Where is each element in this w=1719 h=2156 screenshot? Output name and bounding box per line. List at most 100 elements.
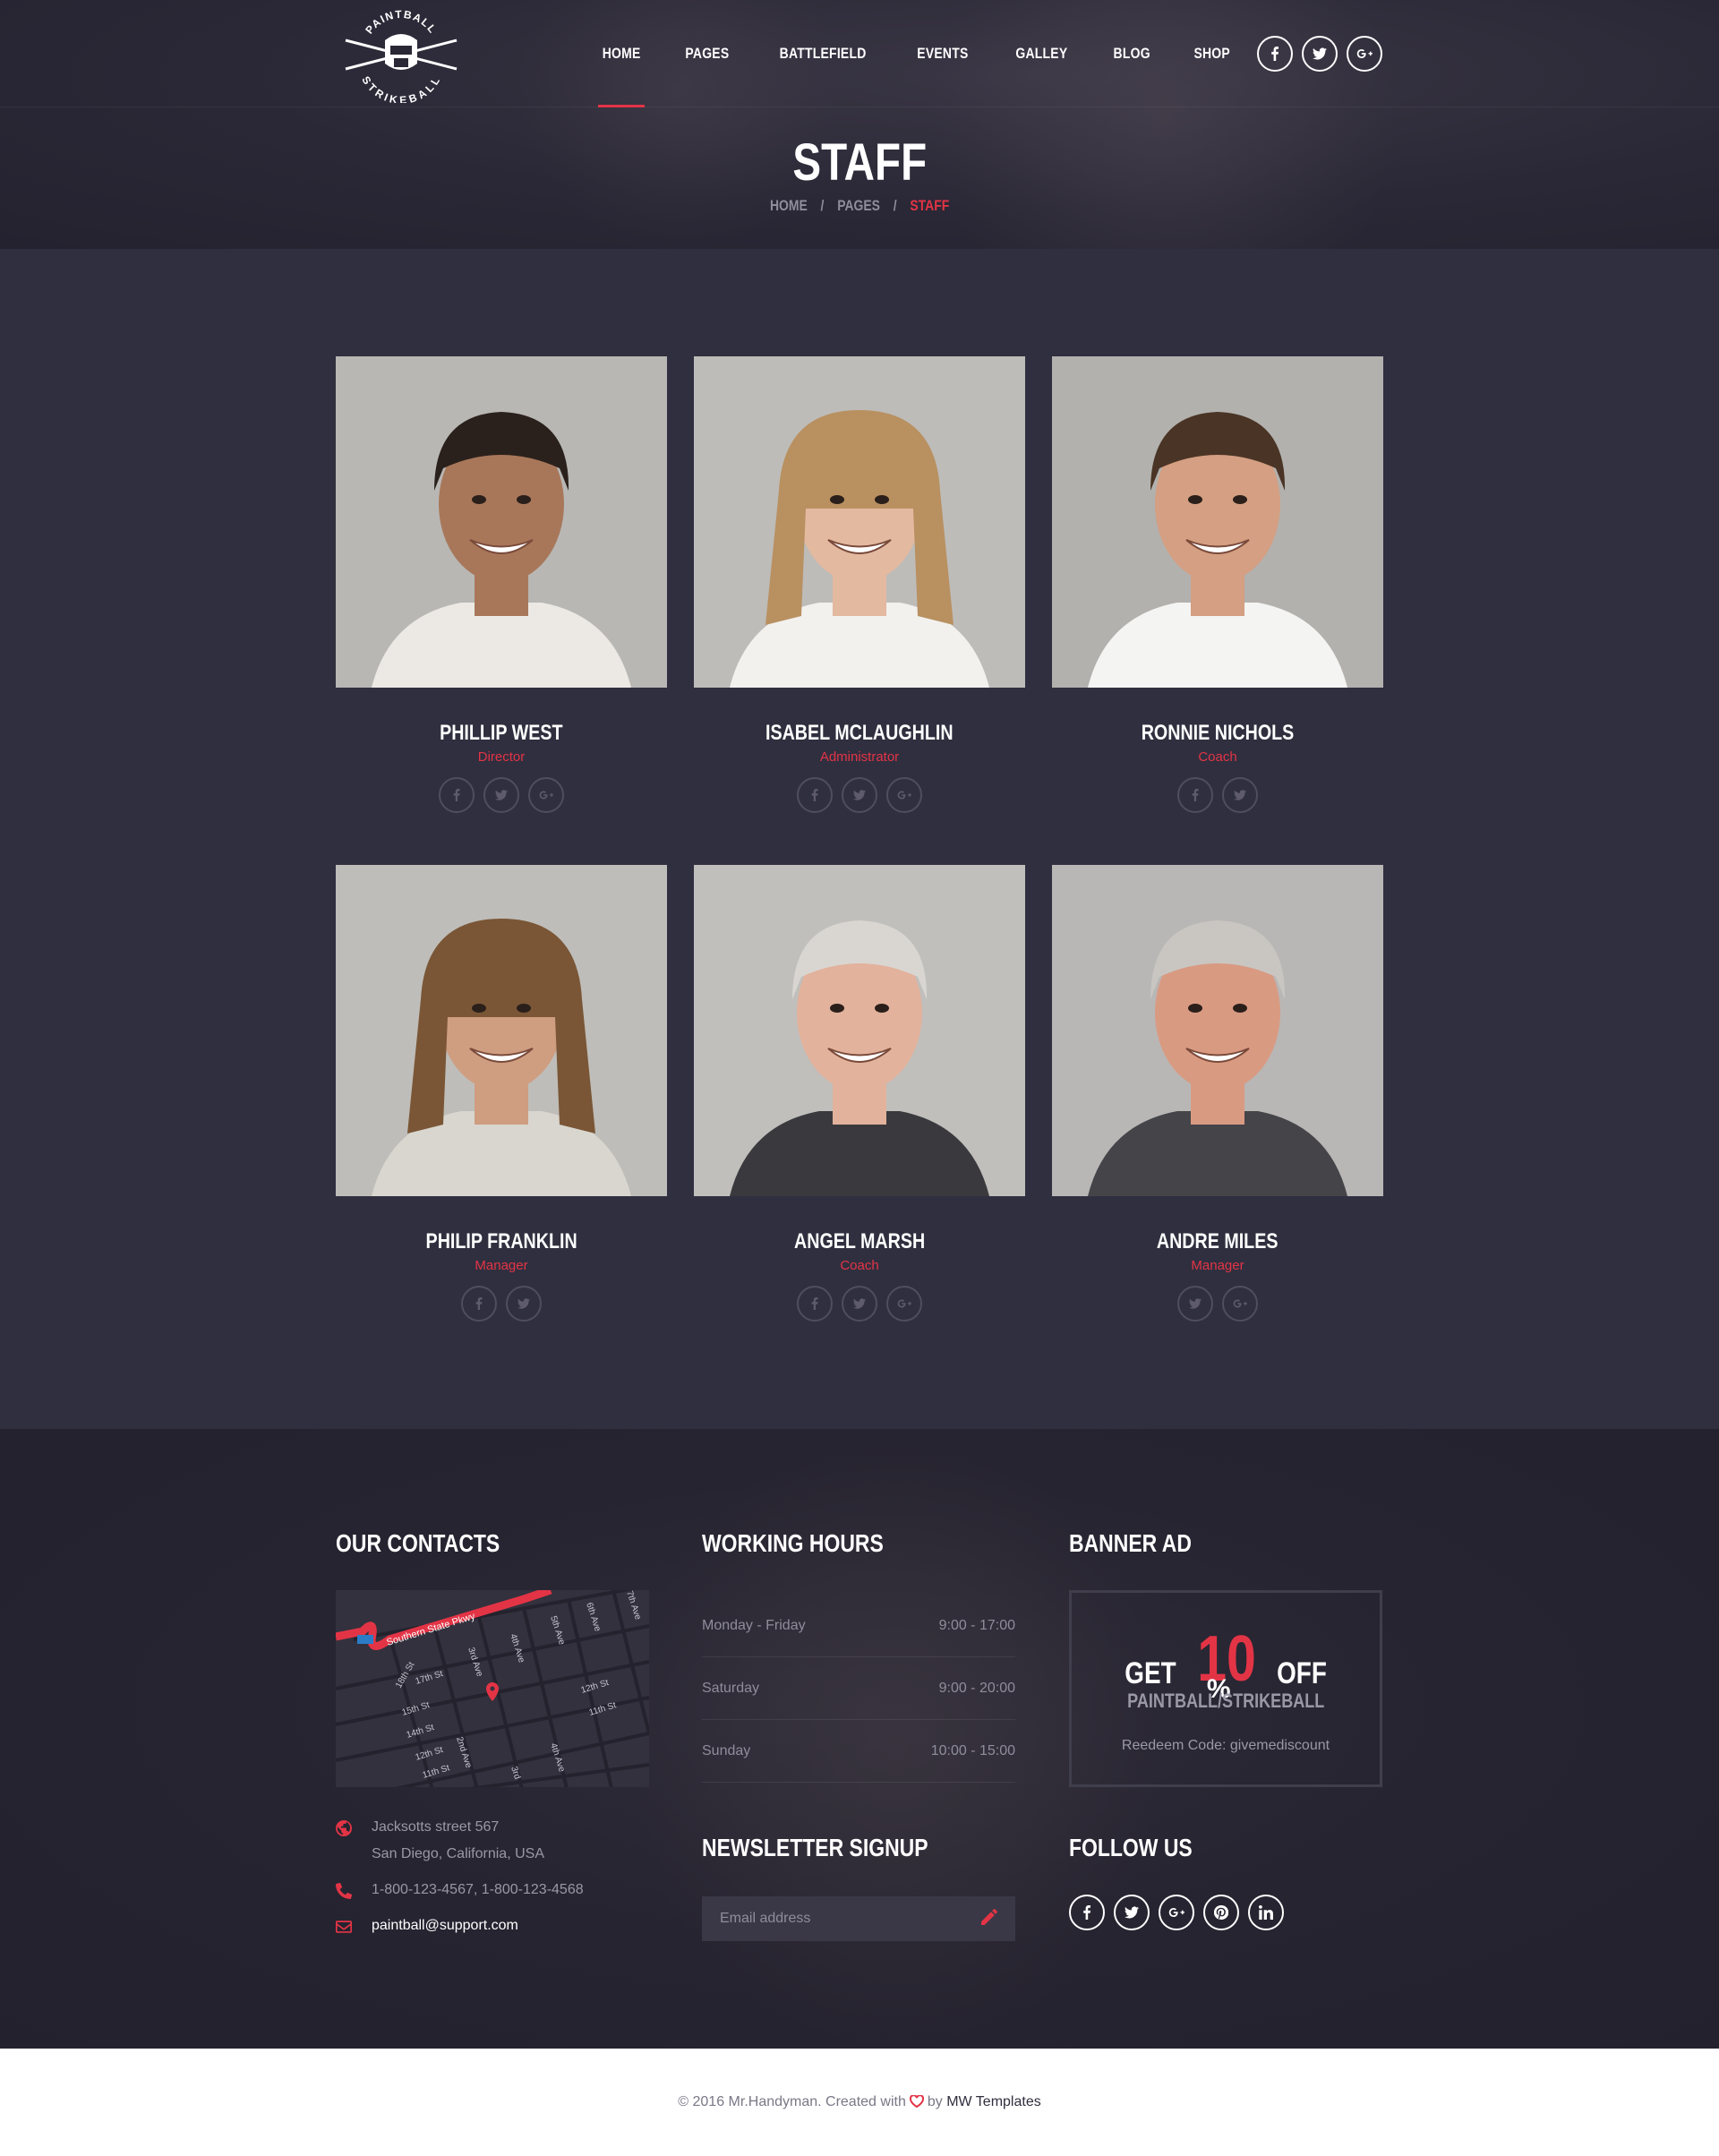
twitter-icon[interactable] <box>1222 777 1258 813</box>
facebook-icon[interactable] <box>797 1286 833 1322</box>
linkedin-icon[interactable] <box>1248 1895 1284 1930</box>
working-hours-table: Monday - Friday 9:00 - 17:00 Saturday 9:00 … <box>702 1595 1015 1783</box>
heart-icon <box>910 2050 924 2063</box>
contact-address: Jacksotts street 567 San Diego, Californi… <box>336 1814 544 1868</box>
facebook-icon[interactable] <box>461 1286 497 1322</box>
staff-name[interactable]: PHILIP FRANKLIN <box>336 1229 667 1254</box>
google-plus-icon[interactable] <box>528 777 564 813</box>
twitter-icon[interactable] <box>842 1286 877 1322</box>
svg-text:PAINTBALL: PAINTBALL <box>363 8 439 37</box>
top-navigation-bar: PAINTBALL STRIKEBALL HOME PAGES BATTLEFIEL… <box>0 0 1719 107</box>
facebook-icon[interactable] <box>1069 1895 1105 1930</box>
phone-icon <box>336 1882 352 1898</box>
staff-card: ISABEL MCLAUGHLIN Administrator <box>694 356 1025 813</box>
twitter-icon[interactable] <box>506 1286 542 1322</box>
staff-role: Director <box>477 749 526 765</box>
staff-photo[interactable] <box>694 356 1025 688</box>
staff-social-links <box>336 1286 667 1322</box>
pinterest-icon[interactable] <box>1203 1895 1239 1930</box>
staff-social-links <box>694 777 1025 813</box>
nav-home[interactable]: HOME <box>580 0 663 107</box>
newsletter-heading: NEWSLETTER SIGNUP <box>702 1834 928 1861</box>
staff-social-links <box>1052 1286 1383 1322</box>
staff-name[interactable]: RONNIE NICHOLS <box>1052 721 1383 746</box>
breadcrumb-home[interactable]: HOME <box>770 197 808 214</box>
banner-get: GET <box>1125 1656 1176 1690</box>
hours-day: Sunday <box>702 1742 751 1758</box>
staff-photo[interactable] <box>694 865 1025 1196</box>
staff-name[interactable]: ANDRE MILES <box>1052 1229 1383 1254</box>
facebook-icon[interactable] <box>1177 777 1213 813</box>
nav-blog[interactable]: BLOG <box>1091 0 1172 107</box>
hours-row: Saturday 9:00 - 20:00 <box>702 1657 1015 1720</box>
staff-role: Manager <box>1191 1258 1244 1273</box>
svg-text:STRIKEBALL: STRIKEBALL <box>359 74 442 103</box>
hours-row: Sunday 10:00 - 15:00 <box>702 1720 1015 1783</box>
staff-social-links <box>336 777 667 813</box>
globe-icon <box>336 1819 352 1835</box>
logo-bottom-text: STRIKEBALL <box>359 74 441 103</box>
staff-photo[interactable] <box>336 356 667 688</box>
footer-social-links <box>1069 1895 1284 1930</box>
banner-ad[interactable]: GET 10% OFF PAINTBALL/STRIKEBALL Reedeem… <box>1069 1590 1382 1787</box>
breadcrumb: HOME / PAGES / STAFF <box>769 197 950 214</box>
newsletter-form <box>702 1896 1015 1941</box>
staff-photo[interactable] <box>1052 865 1383 1196</box>
facebook-icon[interactable] <box>439 777 475 813</box>
staff-social-links <box>1052 777 1383 813</box>
google-plus-icon[interactable] <box>886 777 922 813</box>
staff-name[interactable]: ISABEL MCLAUGHLIN <box>694 721 1025 746</box>
breadcrumb-pages[interactable]: PAGES <box>837 197 880 214</box>
header-social-links <box>1257 36 1382 72</box>
staff-name[interactable]: PHILLIP WEST <box>336 721 667 746</box>
banner-amount: 10% <box>1197 1623 1256 1704</box>
banner-heading: BANNER AD <box>1069 1529 1192 1557</box>
staff-card: PHILLIP WEST Director <box>336 356 667 813</box>
google-plus-icon[interactable] <box>1159 1895 1194 1930</box>
facebook-icon[interactable] <box>797 777 833 813</box>
email-input[interactable] <box>720 1911 953 1927</box>
staff-role: Manager <box>475 1258 528 1273</box>
copyright-bar: © 2016 Mr.Handyman. Created with by MW Te… <box>0 2049 1719 2156</box>
twitter-icon[interactable] <box>842 777 877 813</box>
hours-time: 9:00 - 17:00 <box>938 1617 1015 1633</box>
logo-top-text: PAINTBALL <box>363 8 438 37</box>
staff-role: Coach <box>840 1258 879 1273</box>
mail-icon <box>336 1918 352 1934</box>
staff-photo[interactable] <box>336 865 667 1196</box>
location-map[interactable]: Southern State Pkwy 18th St 17th St 15th… <box>336 1590 649 1787</box>
staff-role: Administrator <box>819 749 900 765</box>
nav-shop[interactable]: SHOP <box>1172 0 1252 107</box>
hours-row: Monday - Friday 9:00 - 17:00 <box>702 1595 1015 1657</box>
google-plus-icon[interactable] <box>1222 1286 1258 1322</box>
twitter-icon[interactable] <box>1114 1895 1150 1930</box>
nav-battlefield[interactable]: BATTLEFIELD <box>752 0 894 107</box>
email-link[interactable]: paintball@support.com <box>372 1912 518 1939</box>
twitter-icon[interactable] <box>483 777 519 813</box>
staff-social-links <box>694 1286 1025 1322</box>
twitter-icon[interactable] <box>1302 36 1338 72</box>
staff-name[interactable]: ANGEL MARSH <box>694 1229 1025 1254</box>
paintball-logo[interactable]: PAINTBALL STRIKEBALL <box>329 4 473 103</box>
nav-pages[interactable]: PAGES <box>663 0 752 107</box>
google-plus-icon[interactable] <box>1347 36 1382 72</box>
hours-time: 9:00 - 20:00 <box>938 1680 1015 1696</box>
twitter-icon[interactable] <box>1177 1286 1213 1322</box>
author-link[interactable]: MW Templates <box>946 2094 1041 2109</box>
banner-code: Reedeem Code: givemediscount <box>1121 1738 1330 1753</box>
main-nav: HOME PAGES BATTLEFIELD EVENTS GALLEY BLOG SHOP <box>580 0 1252 107</box>
banner-off: OFF <box>1277 1656 1327 1690</box>
nav-galley[interactable]: GALLEY <box>992 0 1091 107</box>
staff-card: ANGEL MARSH Coach <box>694 865 1025 1322</box>
staff-card: ANDRE MILES Manager <box>1052 865 1383 1322</box>
submit-pencil-icon[interactable] <box>981 1909 997 1929</box>
hours-heading: WORKING HOURS <box>702 1529 884 1557</box>
nav-events[interactable]: EVENTS <box>894 0 992 107</box>
staff-photo[interactable] <box>1052 356 1383 688</box>
contact-phone: 1-800-123-4567, 1-800-123-4568 <box>336 1877 584 1904</box>
facebook-icon[interactable] <box>1257 36 1293 72</box>
page-header: PAINTBALL STRIKEBALL HOME PAGES BATTLEFIEL… <box>0 0 1719 249</box>
google-plus-icon[interactable] <box>886 1286 922 1322</box>
banner-subtitle: PAINTBALL/STRIKEBALL <box>1126 1690 1325 1712</box>
contact-email: paintball@support.com <box>336 1912 518 1939</box>
